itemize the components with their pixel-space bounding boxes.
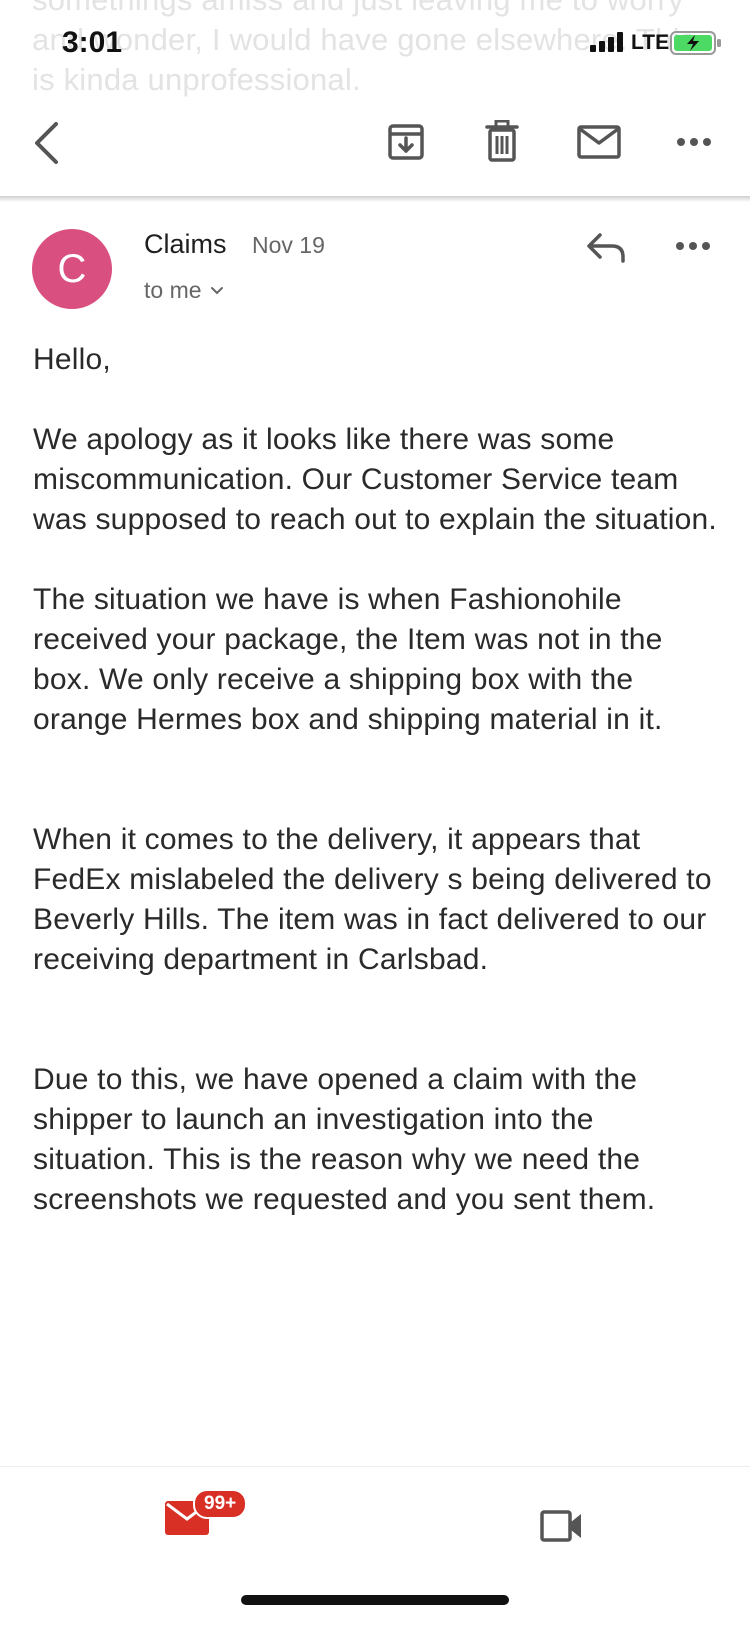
body-paragraph: The situation we have is when Fashionohi… xyxy=(33,583,663,736)
archive-button[interactable] xyxy=(384,120,428,164)
battery-icon xyxy=(670,31,722,60)
message-header: C Claims Nov 19 to me xyxy=(0,215,750,325)
recipient-details-toggle[interactable]: to me xyxy=(144,277,224,304)
delete-button[interactable] xyxy=(480,118,524,164)
status-bar: 3:01 LTE xyxy=(0,0,750,90)
sender-name: Claims xyxy=(144,229,227,259)
reply-button[interactable] xyxy=(585,231,627,270)
toolbar-divider xyxy=(0,196,750,202)
avatar[interactable]: C xyxy=(32,229,112,309)
reply-icon xyxy=(587,233,625,263)
more-horizontal-icon xyxy=(677,138,711,146)
more-horizontal-icon xyxy=(676,242,710,250)
video-camera-icon xyxy=(540,1510,581,1542)
status-time: 3:01 xyxy=(62,26,123,59)
home-indicator xyxy=(241,1595,509,1605)
body-paragraph: Due to this, we have opened a claim with… xyxy=(33,1063,656,1216)
more-options-button[interactable] xyxy=(672,130,716,154)
chevron-down-icon xyxy=(210,286,223,294)
message-toolbar xyxy=(0,100,750,198)
network-label: LTE xyxy=(631,31,670,54)
message-body: Hello, We apology as it looks like there… xyxy=(33,340,723,1220)
body-paragraph: When it comes to the delivery, it appear… xyxy=(33,823,712,976)
mail-tab[interactable]: 99+ xyxy=(165,1489,248,1540)
mail-icon xyxy=(577,125,621,159)
body-paragraph: We apology as it looks like there was so… xyxy=(33,423,717,536)
archive-icon xyxy=(388,124,424,160)
back-button[interactable] xyxy=(26,118,66,168)
trash-icon xyxy=(485,120,519,162)
unread-count-badge: 99+ xyxy=(193,1489,248,1519)
message-more-button[interactable] xyxy=(675,231,711,266)
signal-icon xyxy=(590,32,628,57)
message-date: Nov 19 xyxy=(252,232,325,258)
meet-tab[interactable] xyxy=(540,1509,584,1548)
mark-unread-button[interactable] xyxy=(575,122,623,162)
body-greeting: Hello, xyxy=(33,343,111,376)
recipient-label: to me xyxy=(144,277,202,303)
chevron-left-icon xyxy=(35,122,58,164)
